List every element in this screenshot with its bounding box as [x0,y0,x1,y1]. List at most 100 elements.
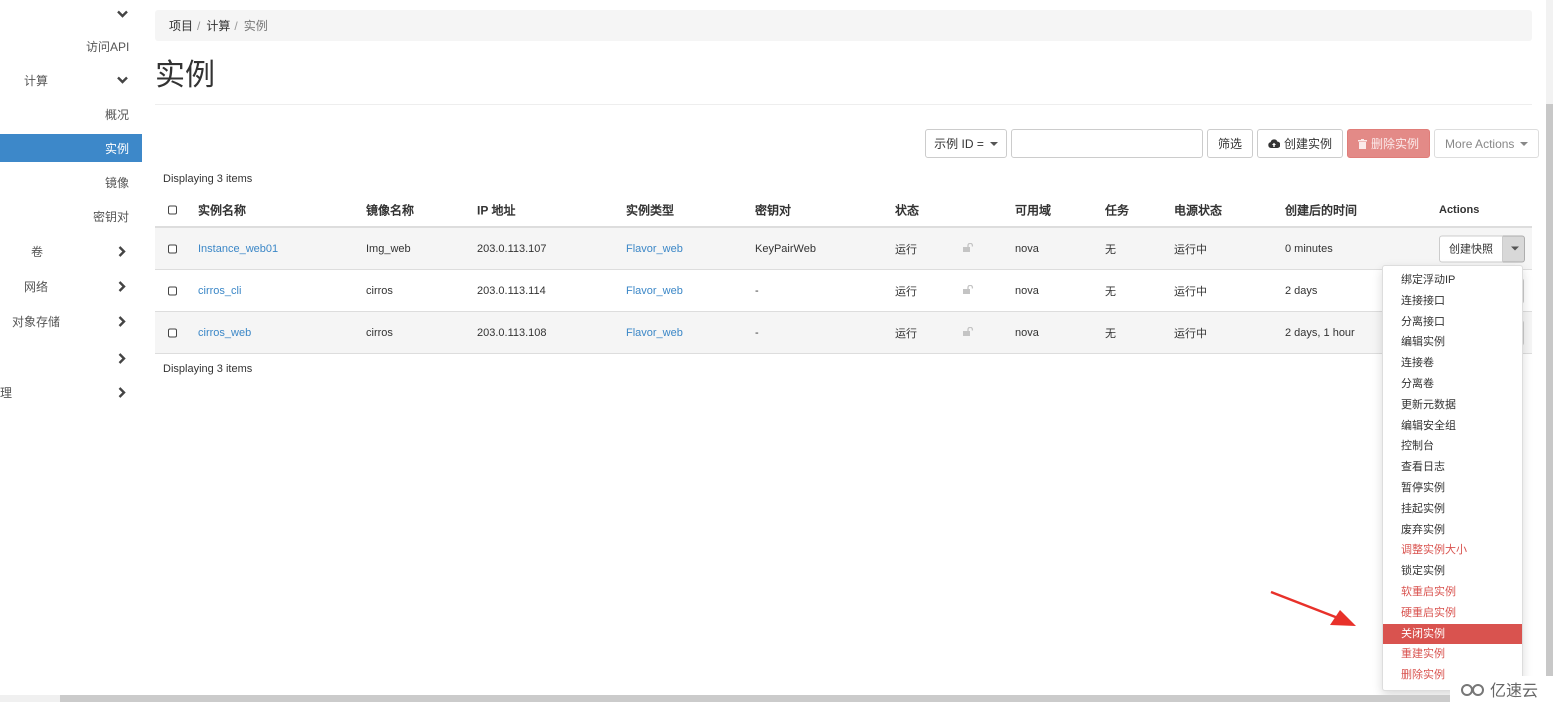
image-name: Img_web [366,242,411,255]
trash-icon [1358,138,1368,149]
create-instance-label: 创建实例 [1284,137,1333,151]
unlocked-icon [963,326,974,339]
menu-item[interactable]: 挂起实例 [1383,499,1522,520]
sidebar-group-object-storage[interactable]: 对象存储 [0,307,142,335]
menu-item[interactable]: 控制台 [1383,436,1522,457]
unlocked-icon [963,242,974,255]
column-header-actions: Actions [1439,204,1480,216]
menu-item[interactable]: 暂停实例 [1383,478,1522,499]
breadcrumb-instances: 实例 [243,19,268,33]
caret-down-icon [989,141,998,146]
sidebar-group-volumes[interactable]: 卷 [0,237,142,265]
menu-item[interactable]: 分离卷 [1383,374,1522,395]
horizontal-scrollbar-thumb[interactable] [60,695,1546,702]
filter-field-select[interactable]: 示例 ID = [925,129,1007,158]
breadcrumb-separator: / [197,18,201,33]
table-row: cirros_cli cirros 203.0.113.114 Flavor_web -… [155,270,1532,312]
delete-instances-button[interactable]: 删除实例 [1347,129,1431,158]
sidebar-group-admin[interactable]: 理 [0,378,142,406]
column-header-az[interactable]: 可用域 [1015,202,1051,219]
column-header-flavor[interactable]: 实例类型 [626,202,674,219]
menu-item[interactable]: 更新元数据 [1383,395,1522,416]
sidebar-item-label: 对象存储 [12,314,61,329]
breadcrumb-compute[interactable]: 计算 [206,17,230,34]
instance-name-link[interactable]: Instance_web01 [198,243,278,255]
ip-address: 203.0.113.107 [477,242,547,255]
ip-address: 203.0.113.108 [477,326,547,339]
instance-name-link[interactable]: cirros_web [198,327,251,339]
breadcrumb-project[interactable]: 项目 [169,17,193,34]
column-header-task[interactable]: 任务 [1105,202,1129,219]
sidebar: 访问API 计算概况实例镜像密钥对卷网络对象存储理 [0,0,142,702]
vertical-scrollbar[interactable] [1546,0,1553,702]
availability-zone: nova [1015,242,1039,255]
image-name: cirros [366,284,393,297]
power-state: 运行中 [1174,327,1207,340]
menu-item[interactable]: 重建实例 [1383,644,1522,665]
column-header-name[interactable]: 实例名称 [198,202,246,219]
create-instance-button[interactable]: 创建实例 [1257,129,1344,158]
filter-button[interactable]: 筛选 [1207,129,1254,158]
menu-item[interactable]: 编辑安全组 [1383,416,1522,437]
column-header-age[interactable]: 创建后的时间 [1285,202,1357,219]
menu-item[interactable]: 分离接口 [1383,312,1522,333]
unlocked-icon [963,284,974,297]
row-actions-toggle[interactable] [1503,235,1525,262]
instance-name-link[interactable]: cirros_cli [198,285,241,297]
menu-item[interactable]: 编辑实例 [1383,332,1522,353]
sidebar-item-images[interactable]: 镜像 [0,168,142,196]
column-header-power[interactable]: 电源状态 [1174,202,1222,219]
column-header-image[interactable]: 镜像名称 [366,202,414,219]
flavor-link[interactable]: Flavor_web [626,243,683,255]
task-text: 无 [1105,243,1116,256]
delete-instances-label: 删除实例 [1371,137,1420,151]
menu-item[interactable]: 绑定浮动IP [1383,270,1522,291]
age-text: 0 minutes [1285,242,1333,255]
sidebar-item-api-access[interactable]: 访问API [0,32,142,60]
vertical-scrollbar-thumb[interactable] [1546,104,1553,676]
column-header-ip[interactable]: IP 地址 [477,202,515,219]
menu-item[interactable]: 软重启实例 [1383,582,1522,603]
sidebar-group-compute[interactable]: 计算 [0,66,142,94]
chevron-right-icon [115,244,129,258]
sidebar-item-keypairs[interactable]: 密钥对 [0,202,142,230]
caret-down-icon [1520,141,1529,146]
row-checkbox[interactable] [168,286,177,295]
title-divider [155,104,1532,105]
menu-item[interactable]: 废弃实例 [1383,520,1522,541]
more-actions-button[interactable]: More Actions [1434,129,1540,158]
flavor-link[interactable]: Flavor_web [626,285,683,297]
menu-item[interactable]: 硬重启实例 [1383,603,1522,624]
horizontal-scrollbar[interactable] [0,695,1546,702]
watermark-logo-icon [1461,684,1484,696]
menu-item[interactable]: 连接接口 [1383,291,1522,312]
column-header-keypair[interactable]: 密钥对 [755,202,791,219]
menu-item[interactable]: 锁定实例 [1383,561,1522,582]
power-state: 运行中 [1174,243,1207,256]
sidebar-item-label: 密钥对 [93,209,130,224]
breadcrumb-separator: / [234,18,238,33]
image-name: cirros [366,326,393,339]
filter-input[interactable] [1011,129,1203,158]
sidebar-item-label: 实例 [105,141,130,156]
chevron-right-icon [115,279,129,293]
menu-item[interactable]: 调整实例大小 [1383,540,1522,561]
row-checkbox[interactable] [168,328,177,337]
flavor-link[interactable]: Flavor_web [626,327,683,339]
watermark-text: 亿速云 [1490,683,1539,700]
menu-item[interactable]: 查看日志 [1383,457,1522,478]
create-snapshot-button[interactable]: 创建快照 [1439,235,1503,262]
menu-item[interactable]: 关闭实例 [1383,623,1522,645]
column-header-status[interactable]: 状态 [895,202,919,219]
task-text: 无 [1105,327,1116,340]
sidebar-group-top[interactable] [0,0,142,28]
menu-item[interactable]: 连接卷 [1383,353,1522,374]
row-checkbox[interactable] [168,244,177,253]
sidebar-item-instances[interactable]: 实例 [0,134,142,162]
ip-address: 203.0.113.114 [477,284,546,297]
sidebar-group-unnamed[interactable] [0,344,142,372]
power-state: 运行中 [1174,285,1207,298]
sidebar-item-overview[interactable]: 概况 [0,100,142,128]
sidebar-group-network[interactable]: 网络 [0,272,142,300]
select-all-checkbox[interactable] [168,205,177,215]
